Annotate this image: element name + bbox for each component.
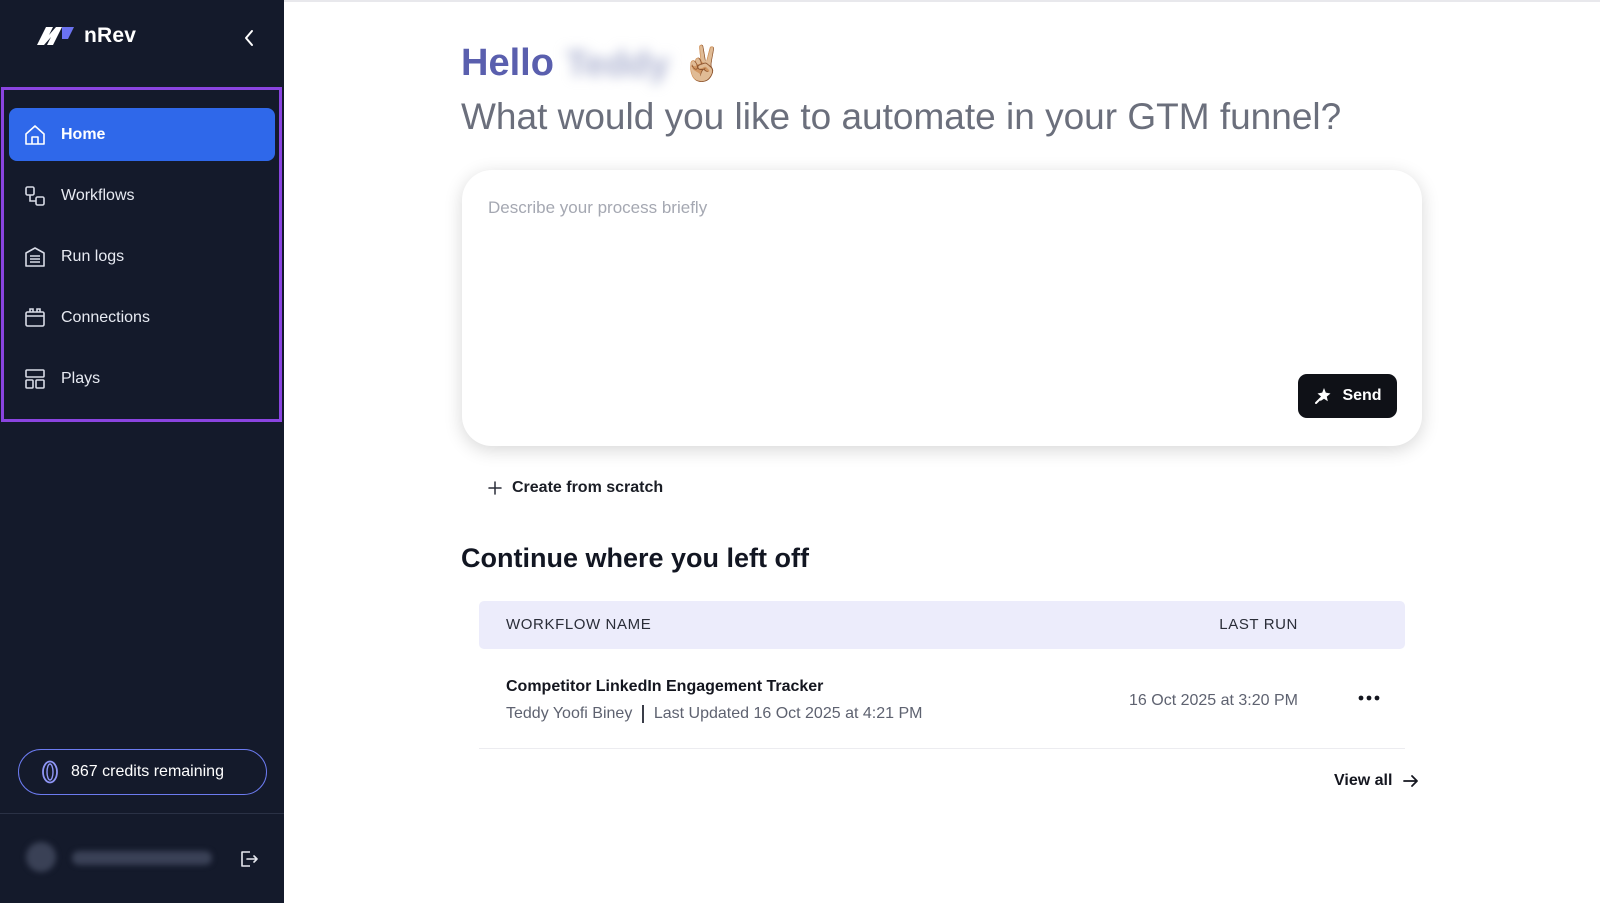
credits-label: 867 credits remaining	[71, 763, 224, 780]
view-all-link[interactable]: View all	[1334, 772, 1420, 790]
greeting: Hello Teddy ✌🏼	[461, 42, 724, 85]
meta-separator	[642, 705, 644, 723]
home-icon	[23, 123, 47, 147]
table-header: WORKFLOW NAME LAST RUN	[479, 601, 1405, 649]
sidebar-item-label: Connections	[61, 308, 150, 326]
workflow-updated: Last Updated 16 Oct 2025 at 4:21 PM	[653, 705, 923, 722]
avatar[interactable]	[26, 842, 56, 872]
more-horizontal-icon	[1358, 695, 1380, 701]
arrow-right-icon	[1403, 775, 1419, 787]
user-name-blurred	[72, 851, 212, 865]
nrev-logo-icon	[37, 27, 74, 45]
credits-coin-icon	[42, 760, 58, 784]
workflow-name[interactable]: Competitor LinkedIn Engagement Tracker	[506, 678, 823, 696]
chevron-left-icon	[245, 30, 253, 46]
row-more-options-button[interactable]	[1355, 686, 1383, 710]
top-divider	[284, 0, 1600, 2]
hello-text: Hello	[461, 42, 554, 84]
prompt-card: Send	[462, 170, 1422, 446]
sidebar: nRev Home Workflows Run logs Connections	[0, 0, 284, 903]
workflow-owner: Teddy Yoofi Biney	[506, 705, 633, 722]
peace-emoji-icon: ✌🏼	[681, 44, 724, 83]
sidebar-divider	[0, 813, 284, 814]
process-description-input[interactable]	[488, 198, 1368, 378]
sidebar-item-plays[interactable]: Plays	[9, 352, 275, 405]
column-header-workflow-name: WORKFLOW NAME	[506, 616, 652, 633]
plays-icon	[23, 367, 47, 391]
workflow-icon	[23, 184, 47, 208]
run-logs-icon	[23, 245, 47, 269]
send-label: Send	[1342, 387, 1382, 404]
user-first-name: Teddy	[565, 42, 670, 84]
collapse-sidebar-button[interactable]	[238, 26, 260, 50]
create-from-scratch-button[interactable]: Create from scratch	[488, 479, 663, 497]
sidebar-item-workflows[interactable]: Workflows	[9, 169, 275, 222]
sidebar-item-home[interactable]: Home	[9, 108, 275, 161]
sidebar-item-connections[interactable]: Connections	[9, 291, 275, 344]
workflow-meta: Teddy Yoofi Biney Last Updated 16 Oct 20…	[506, 705, 922, 723]
section-title: Continue where you left off	[461, 543, 809, 573]
plus-icon	[488, 481, 502, 495]
connections-icon	[23, 306, 47, 330]
page-headline: What would you like to automate in your …	[461, 96, 1342, 137]
column-header-last-run: LAST RUN	[1219, 616, 1298, 633]
table-row[interactable]: Competitor LinkedIn Engagement Tracker T…	[479, 662, 1405, 749]
sidebar-item-label: Plays	[61, 369, 101, 387]
sparkle-send-icon	[1315, 388, 1331, 404]
sidebar-item-run-logs[interactable]: Run logs	[9, 230, 275, 283]
send-button[interactable]: Send	[1298, 374, 1397, 418]
sidebar-item-label: Home	[61, 125, 106, 143]
workflow-last-run: 16 Oct 2025 at 3:20 PM	[1129, 692, 1298, 709]
app-name: nRev	[84, 24, 137, 47]
create-label: Create from scratch	[512, 479, 664, 496]
logout-icon	[241, 851, 258, 867]
sidebar-item-label: Workflows	[61, 186, 135, 204]
app-logo[interactable]: nRev	[36, 24, 136, 48]
sidebar-item-label: Run logs	[61, 247, 125, 265]
logout-button[interactable]	[238, 848, 260, 870]
view-all-label: View all	[1334, 772, 1393, 789]
credits-badge[interactable]: 867 credits remaining	[18, 749, 267, 795]
